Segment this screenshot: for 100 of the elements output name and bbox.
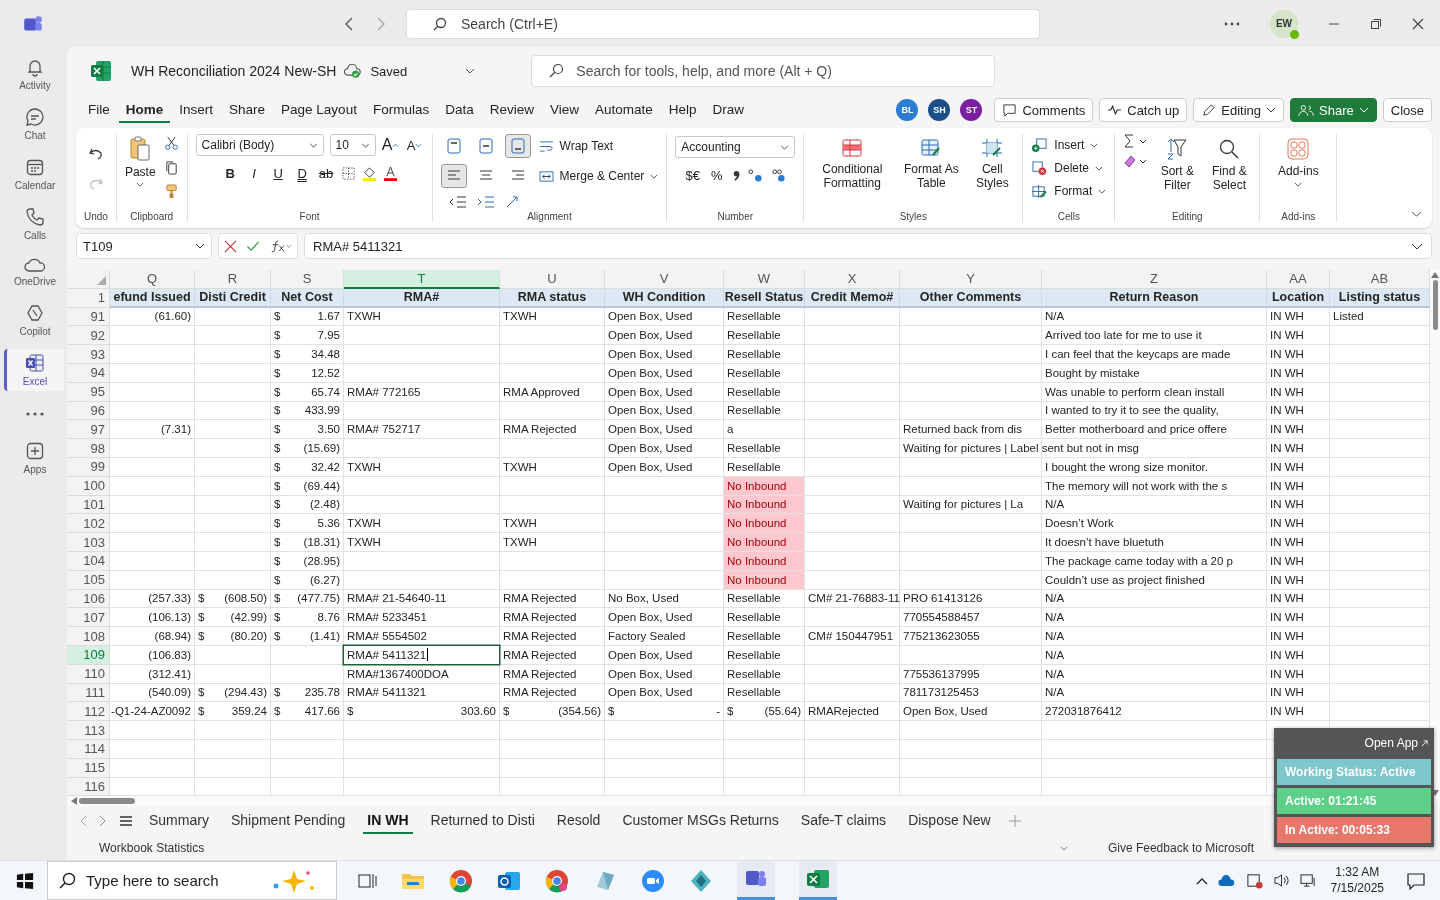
menu-tab[interactable]: Automate	[588, 97, 660, 123]
next-sheet-icon[interactable]	[99, 815, 107, 827]
menu-tab[interactable]: Review	[482, 97, 541, 123]
column-header[interactable]: T	[344, 270, 500, 289]
increase-decimal-icon[interactable]	[746, 167, 764, 183]
row-header[interactable]: 103	[67, 533, 110, 552]
collaborator-avatar[interactable]: BL	[896, 99, 919, 121]
sheet-tab[interactable]: Dispose New	[904, 808, 995, 834]
menu-tab[interactable]: View	[542, 97, 586, 123]
scrollbar-thumb[interactable]	[79, 798, 135, 804]
chevron-down-icon[interactable]	[1059, 845, 1068, 851]
menu-tab[interactable]: Draw	[705, 97, 752, 123]
active-cell[interactable]: RMA# 5411321	[344, 645, 499, 664]
menu-tab[interactable]: Help	[661, 97, 704, 123]
align-left-icon[interactable]	[440, 164, 467, 188]
format-cells-button[interactable]: Format	[1031, 180, 1107, 202]
checkmark-icon[interactable]	[246, 239, 261, 253]
taskbar-app-button[interactable]	[799, 861, 837, 900]
font-style-button[interactable]: I	[245, 162, 264, 184]
menu-tab[interactable]: Data	[438, 97, 481, 123]
vertical-scrollbar[interactable]	[1430, 270, 1440, 796]
user-avatar[interactable]: EW	[1270, 9, 1298, 38]
font-style-button[interactable]: D	[293, 162, 312, 184]
format-as-table-button[interactable]: Format As Table	[900, 134, 963, 191]
open-app-button[interactable]: Open App	[1361, 734, 1431, 756]
collapse-ribbon-icon[interactable]	[1411, 211, 1422, 218]
sheet-tab[interactable]: Resold	[552, 808, 605, 834]
browser-icon[interactable]	[545, 868, 569, 893]
share-button[interactable]: Share	[1290, 98, 1377, 122]
notifications-icon[interactable]	[1406, 871, 1426, 890]
feedback-link[interactable]: Give Feedback to Microsoft	[1107, 841, 1254, 855]
shrink-font-button[interactable]: A	[405, 134, 424, 156]
rail-item[interactable]: Activity	[3, 53, 64, 95]
scrollbar-thumb[interactable]	[1432, 280, 1438, 330]
name-box[interactable]: T109	[76, 233, 212, 259]
collaborator-avatar[interactable]: SH	[928, 99, 951, 121]
menu-tab[interactable]: Share	[222, 97, 273, 123]
catch-up-button[interactable]: Catch up	[1099, 98, 1188, 122]
sheet-tab[interactable]: IN WH	[363, 808, 413, 834]
number-format-dropdown[interactable]: Accounting	[675, 136, 796, 158]
cloud-icon[interactable]	[1217, 874, 1236, 887]
taskbar-app-button[interactable]	[737, 861, 775, 900]
comments-button[interactable]: Comments	[994, 98, 1094, 122]
font-color-icon[interactable]	[383, 165, 399, 181]
sheet-tab[interactable]: Summary	[145, 808, 213, 834]
row-header[interactable]: 102	[67, 514, 110, 534]
undo-icon[interactable]	[87, 146, 104, 162]
network-icon[interactable]	[1299, 873, 1317, 888]
percent-button[interactable]: %	[707, 164, 726, 186]
row-header[interactable]: 98	[67, 439, 110, 458]
horizontal-scrollbar[interactable]	[67, 796, 1440, 806]
paste-button[interactable]: Paste	[124, 134, 156, 187]
conditional-formatting-button[interactable]: Conditional Formatting	[812, 134, 893, 191]
sheet-tab[interactable]: Customer MSGs Returns	[618, 808, 783, 834]
grow-font-button[interactable]: A	[381, 134, 400, 156]
delete-cells-button[interactable]: Delete	[1031, 157, 1103, 179]
rail-item[interactable]: Chat	[3, 103, 64, 145]
clock-time[interactable]: 1:32 AM	[1335, 864, 1380, 881]
eraser-icon[interactable]	[1123, 154, 1148, 168]
menu-tab[interactable]: Insert	[172, 97, 221, 123]
insert-cells-button[interactable]: Insert	[1031, 134, 1099, 156]
command-search-field[interactable]: Search for tools, help, and more (Alt + Q)	[576, 61, 995, 81]
borders-icon[interactable]	[341, 165, 357, 181]
column-header[interactable]: Z	[1042, 270, 1267, 289]
row-header[interactable]: 112	[67, 702, 110, 722]
column-header[interactable]: AB	[1330, 270, 1430, 289]
security-icon[interactable]	[1245, 872, 1263, 889]
sheet-tab[interactable]: Safe-T claims	[796, 808, 891, 834]
sum-icon[interactable]	[1123, 134, 1148, 148]
find-select-button[interactable]: Find & Select	[1207, 134, 1252, 193]
row-header[interactable]: 97	[67, 420, 110, 440]
font-style-button[interactable]: U	[269, 162, 288, 184]
column-header[interactable]: V	[605, 270, 724, 289]
row-header[interactable]: 92	[67, 326, 110, 346]
fill-color-icon[interactable]	[362, 165, 378, 181]
rail-item[interactable]: Apps	[3, 437, 64, 479]
chevron-up-icon[interactable]	[1195, 876, 1208, 885]
column-header[interactable]: X	[805, 270, 900, 289]
command-search-box[interactable]: Search for tools, help, and more (Alt + Q)	[531, 55, 996, 87]
app-icon[interactable]	[689, 868, 713, 893]
rail-item[interactable]: OneDrive	[3, 253, 64, 291]
function-icon[interactable]	[270, 239, 293, 253]
clock-date[interactable]: 7/15/2025	[1330, 880, 1384, 897]
browser-icon[interactable]	[449, 868, 473, 893]
rail-item[interactable]: Calls	[3, 203, 64, 245]
restore-icon[interactable]	[1370, 17, 1382, 30]
menu-tab[interactable]: Home	[118, 97, 171, 123]
editing-button[interactable]: Editing	[1193, 98, 1285, 122]
column-header[interactable]: S	[271, 270, 344, 289]
close-button[interactable]: Close	[1382, 98, 1432, 122]
search-box[interactable]: Search (Ctrl+E)	[406, 8, 1040, 39]
comma-style-icon[interactable]	[731, 168, 741, 182]
formula-field[interactable]: RMA# 5411321	[304, 233, 1432, 259]
sort-filter-button[interactable]: Sort & Filter	[1155, 134, 1200, 193]
rail-item[interactable]: Copilot	[3, 299, 64, 341]
row-header[interactable]: 107	[67, 608, 110, 628]
more-icon[interactable]	[1224, 21, 1240, 26]
column-header[interactable]: Q	[110, 270, 195, 289]
chevron-down-icon[interactable]	[465, 68, 476, 74]
speaker-icon[interactable]	[1272, 873, 1290, 888]
